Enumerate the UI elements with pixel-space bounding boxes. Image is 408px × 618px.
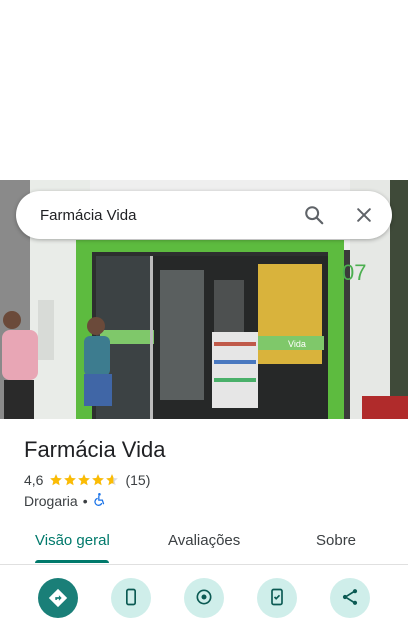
star-icon <box>78 474 91 486</box>
blank-top-area <box>0 0 408 180</box>
review-count[interactable]: (15) <box>125 472 150 488</box>
tab-bar: Visão geral Avaliações Sobre <box>0 526 408 565</box>
nearby-button[interactable] <box>184 578 224 618</box>
tab-about[interactable]: Sobre <box>316 532 356 549</box>
place-title: Farmácia Vida <box>24 437 166 462</box>
share-icon <box>342 589 358 605</box>
star-icon <box>92 474 105 486</box>
nearby-icon <box>196 589 212 605</box>
wheelchair-icon <box>93 492 107 509</box>
category-row: Drogaria • <box>24 492 107 509</box>
star-icon <box>106 474 119 486</box>
place-category: Drogaria <box>24 492 78 509</box>
search-icon[interactable] <box>300 201 328 229</box>
search-bar[interactable]: Farmácia Vida <box>16 191 392 239</box>
call-button[interactable] <box>111 578 151 618</box>
rating-row[interactable]: 4,6 (15) <box>24 472 150 488</box>
tab-reviews[interactable]: Avaliações <box>168 532 240 549</box>
separator-dot: • <box>82 492 88 509</box>
save-button[interactable] <box>257 578 297 618</box>
storefront-number: 07 <box>342 260 366 285</box>
phone-icon <box>126 588 136 606</box>
share-button[interactable] <box>330 578 370 618</box>
star-icon <box>50 474 63 486</box>
storefront-sign: Vida <box>288 339 306 349</box>
star-icon <box>64 474 77 486</box>
tab-overview[interactable]: Visão geral <box>35 532 110 549</box>
close-icon[interactable] <box>350 201 378 229</box>
rating-value: 4,6 <box>24 472 44 488</box>
active-tab-indicator <box>35 560 109 563</box>
search-input[interactable]: Farmácia Vida <box>40 207 300 224</box>
star-rating <box>49 473 119 487</box>
directions-icon <box>48 588 68 608</box>
save-icon <box>271 588 283 606</box>
directions-button[interactable] <box>38 578 78 618</box>
